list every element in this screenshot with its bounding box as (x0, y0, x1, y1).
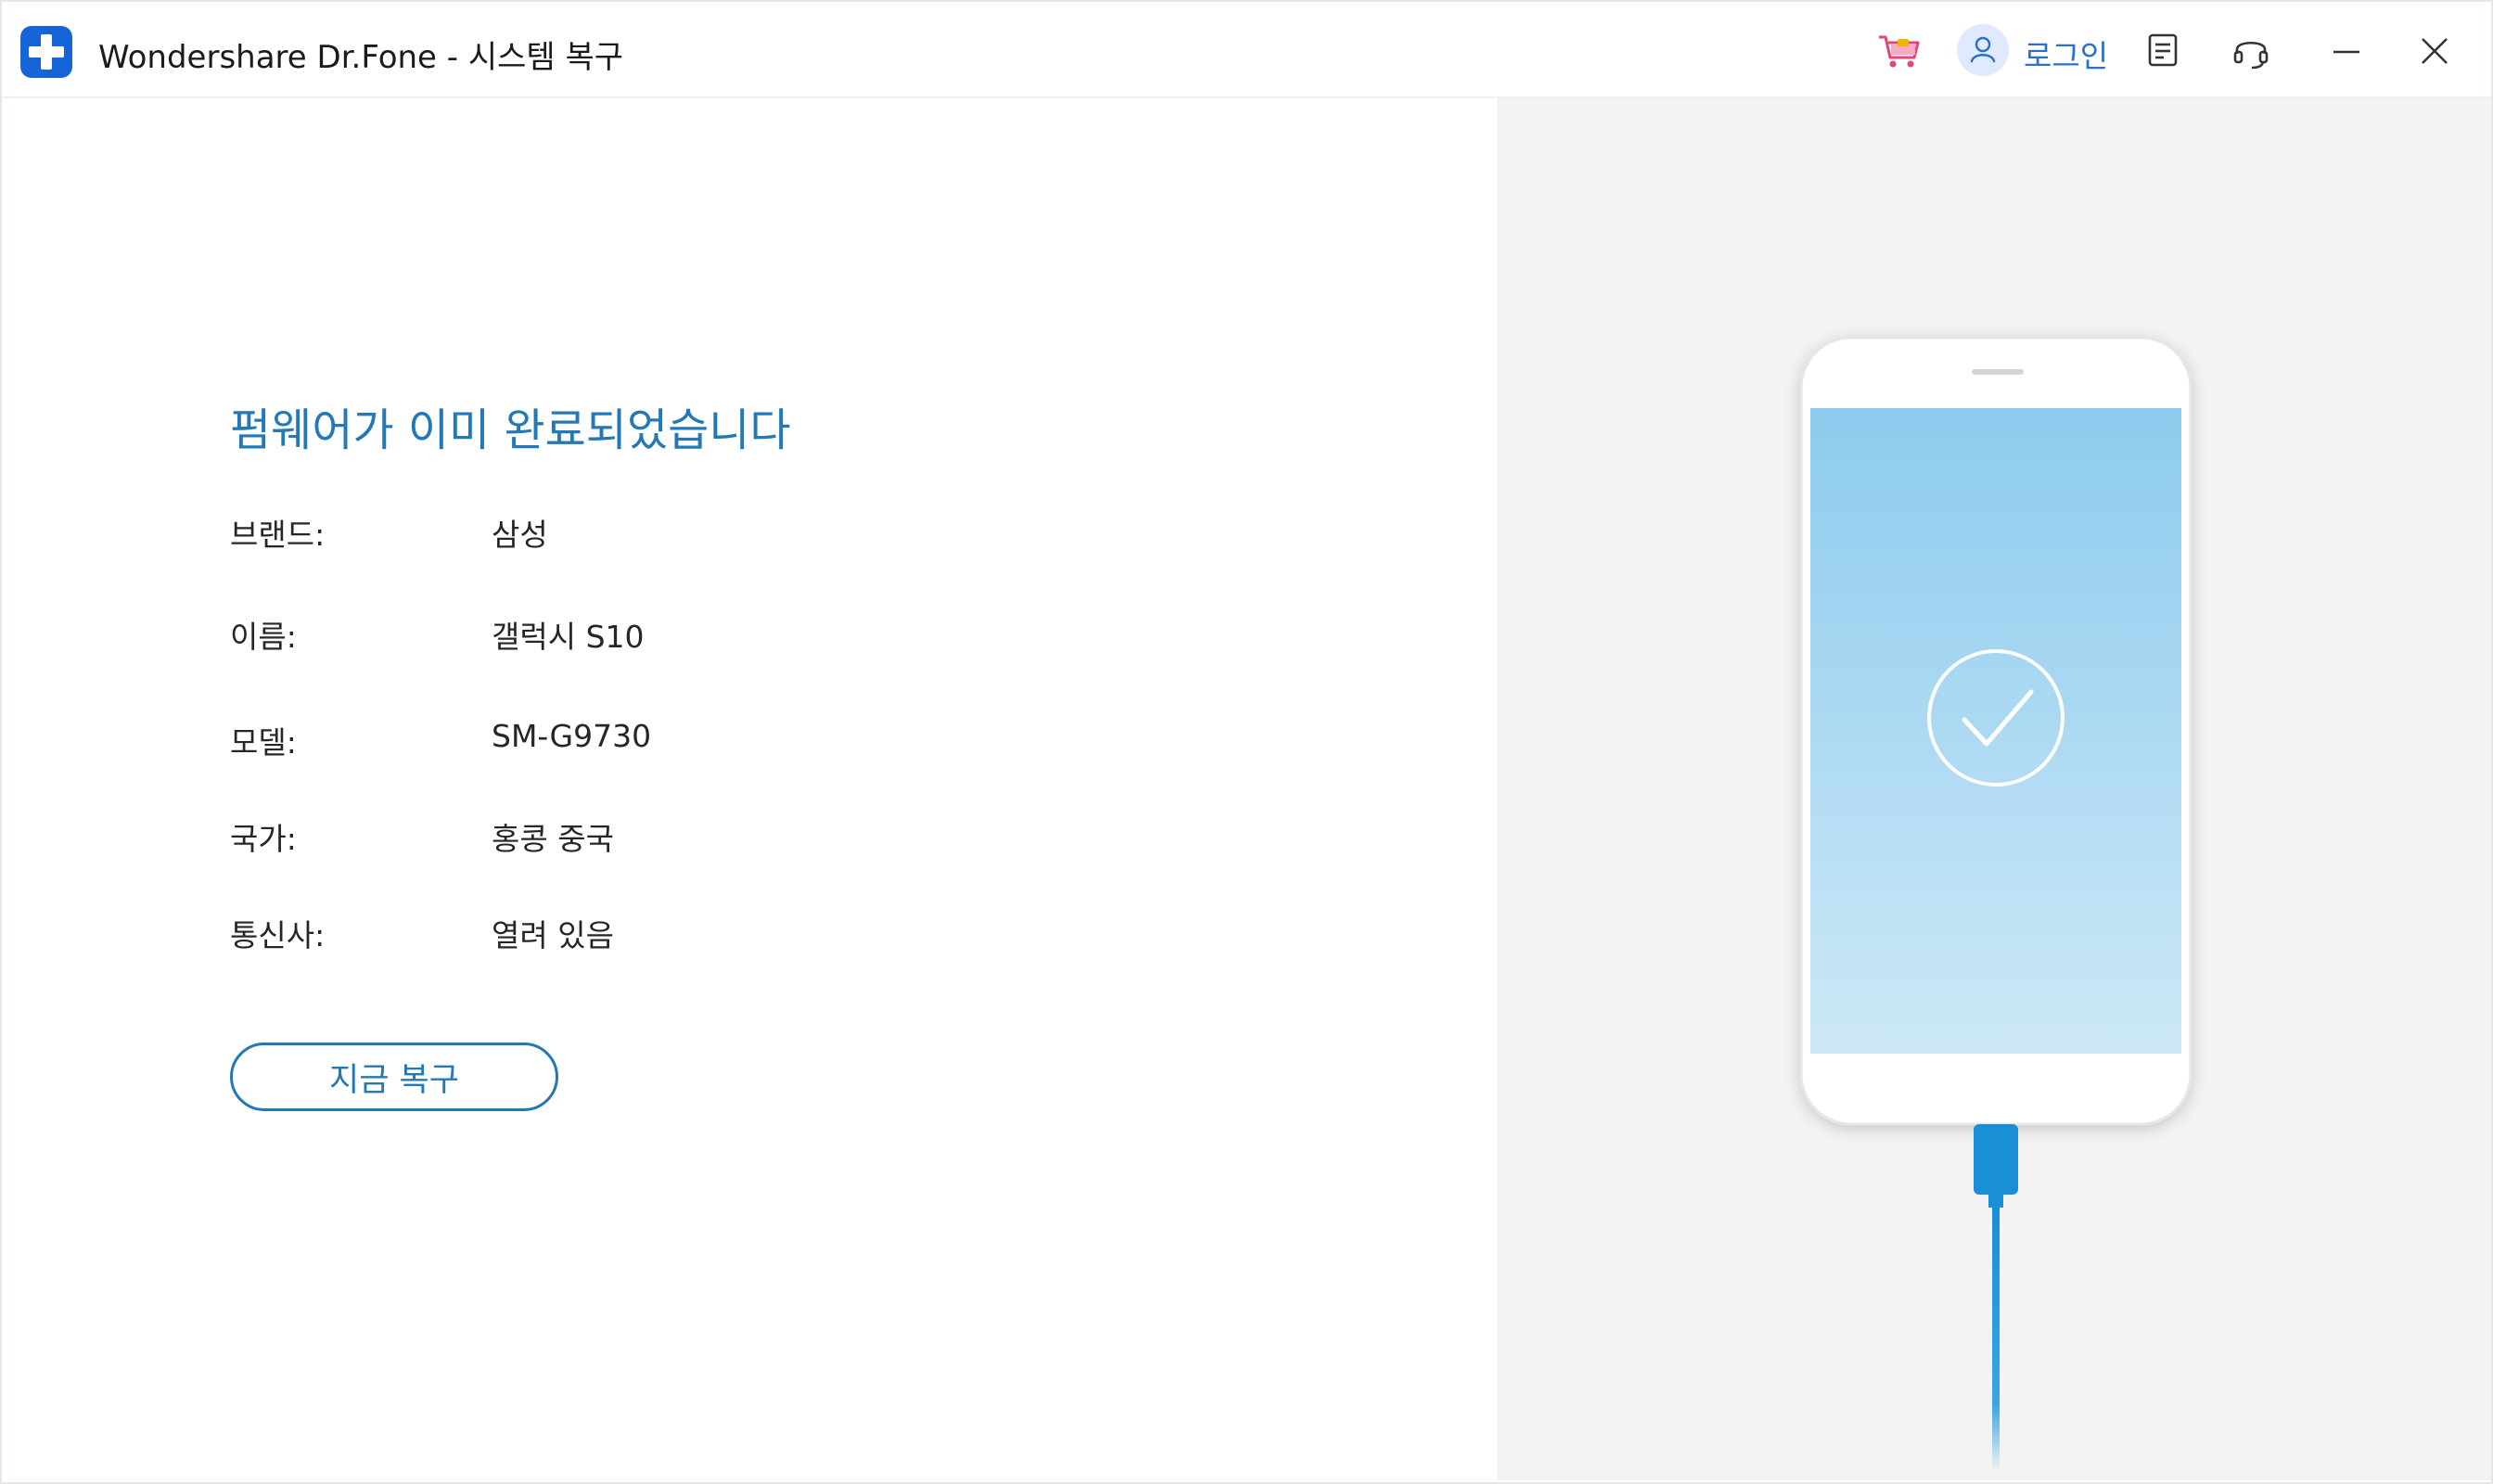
notes-icon[interactable] (2137, 24, 2189, 76)
carrier-label: 통신사: (230, 917, 326, 953)
country-value: 홍콩 중국 (492, 821, 614, 857)
country-label: 국가: (230, 821, 297, 857)
minimize-icon[interactable] (2320, 24, 2372, 76)
device-info-panel (2, 98, 1497, 1480)
phone-connected-icon (1799, 336, 2193, 1471)
window-title: Wondershare Dr.Fone - 시스템 복구 (98, 39, 624, 76)
model-label: 모델: (230, 724, 297, 761)
drfone-plus-icon (20, 26, 72, 78)
repair-now-button[interactable]: 지금 복구 (230, 1043, 558, 1111)
model-value: SM-G9730 (492, 718, 652, 754)
user-icon (1957, 24, 2009, 76)
app-window: Wondershare Dr.Fone - 시스템 복구 로그인 펌웨어가 이미… (0, 0, 2493, 1484)
close-icon[interactable] (2409, 24, 2461, 76)
status-headline: 펌웨어가 이미 완료되었습니다 (230, 404, 791, 456)
brand-value: 삼성 (492, 517, 548, 553)
login-button[interactable]: 로그인 (1957, 22, 2115, 78)
shopping-cart-icon[interactable] (1873, 24, 1925, 76)
login-label: 로그인 (2024, 38, 2109, 74)
name-label: 이름: (230, 619, 297, 655)
brand-label: 브랜드: (230, 517, 326, 553)
title-bar: Wondershare Dr.Fone - 시스템 복구 로그인 (2, 2, 2491, 98)
carrier-value: 열려 있음 (492, 917, 614, 953)
headset-icon[interactable] (2225, 24, 2277, 76)
name-value: 갤럭시 S10 (492, 619, 645, 655)
